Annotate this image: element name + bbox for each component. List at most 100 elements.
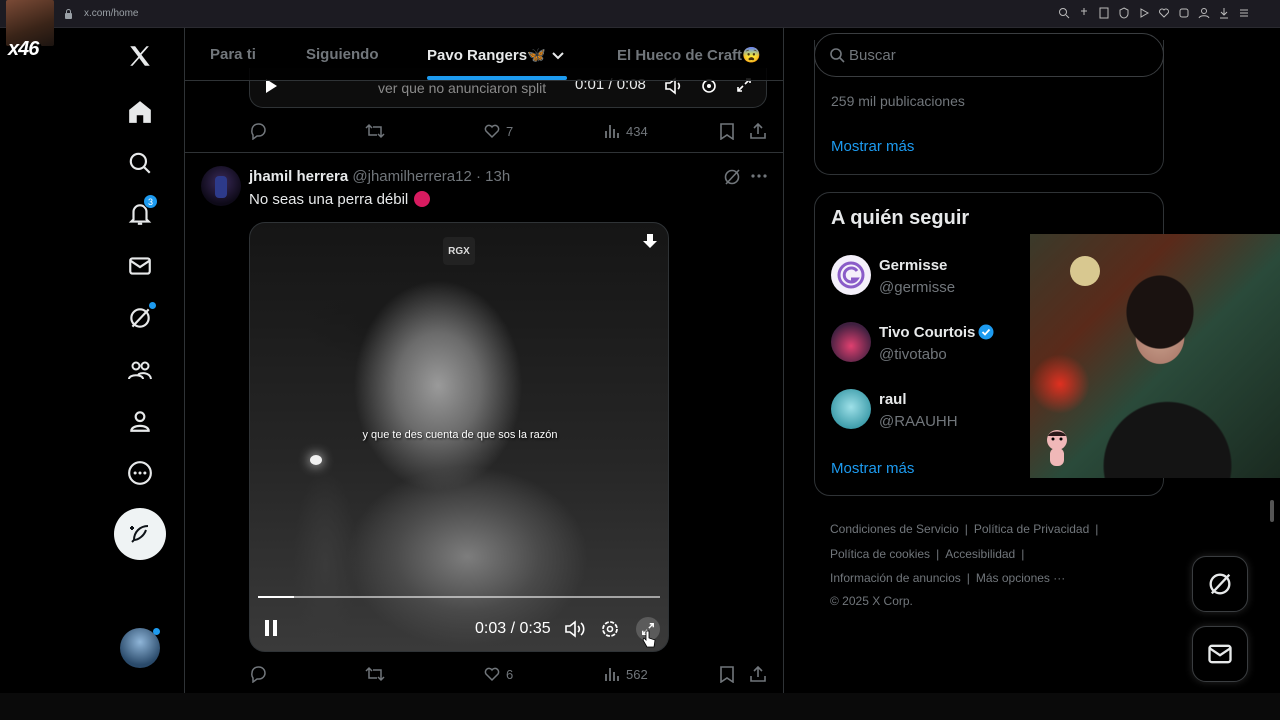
footer-link[interactable]: Condiciones de Servicio (830, 522, 959, 536)
like-count: 7 (506, 123, 514, 139)
footer-link[interactable]: Información de anuncios (830, 571, 961, 585)
tab-siguiendo[interactable]: Siguiendo (306, 46, 379, 63)
grok-explain-icon[interactable] (723, 168, 741, 186)
search-input[interactable]: Buscar (814, 33, 1164, 77)
x-logo-icon[interactable] (124, 40, 156, 72)
like-button[interactable]: 7 (483, 122, 513, 140)
pin-icon[interactable] (1078, 7, 1090, 19)
lock-icon (64, 8, 73, 19)
download-icon[interactable] (1218, 7, 1230, 19)
footer-link[interactable]: Política de Privacidad (974, 522, 1089, 536)
video-subtitle: y que te des cuenta de que sos la razón (362, 429, 558, 441)
tab-pavo-rangers[interactable]: Pavo Rangers🦋 (427, 46, 546, 64)
share-icon[interactable] (749, 665, 767, 683)
reply-icon[interactable] (249, 665, 267, 683)
search-placeholder: Buscar (849, 47, 896, 64)
share-icon[interactable] (749, 122, 767, 140)
bookmark-icon[interactable] (719, 122, 735, 140)
timeline: Para ti Siguiendo Pavo Rangers🦋 El Hueco… (184, 28, 784, 693)
tweet-text: No seas una perra débil (249, 191, 431, 208)
follow-show-more-link[interactable]: Mostrar más (831, 460, 914, 477)
views-button[interactable]: 434 (603, 122, 648, 140)
tab-el-hueco-de-craft[interactable]: El Hueco de Craft😨 (617, 46, 761, 64)
menu-icon[interactable] (1238, 7, 1250, 19)
trends-show-more-link[interactable]: Mostrar más (831, 138, 914, 155)
address-bar[interactable]: x.com/home (84, 8, 138, 19)
repost-icon[interactable] (365, 665, 385, 683)
reply-icon[interactable] (249, 122, 267, 140)
tweet-text-content: No seas una perra débil (249, 191, 409, 208)
view-count: 562 (626, 666, 648, 682)
verified-badge-icon (978, 324, 994, 340)
footer-link[interactable]: Política de cookies (830, 547, 930, 561)
repost-icon[interactable] (365, 122, 385, 140)
pause-icon[interactable] (264, 619, 278, 637)
video-watermark: RGX (443, 237, 475, 265)
user-handle: @tivotabo (879, 346, 947, 363)
views-button[interactable]: 562 (603, 665, 648, 683)
video-progress-bar[interactable] (258, 596, 660, 598)
communities-icon[interactable] (124, 354, 156, 386)
tweet-video-player[interactable]: RGX y que te des cuenta de que sos la ra… (249, 222, 669, 652)
heart-icon (484, 667, 500, 682)
notifications-icon[interactable]: 3 (124, 194, 158, 230)
user-avatar[interactable] (831, 255, 871, 295)
grok-dot (149, 302, 156, 309)
bookmark-icon[interactable] (1098, 7, 1110, 19)
explore-icon[interactable] (124, 147, 156, 179)
download-arrow-icon[interactable] (642, 233, 658, 249)
emoji-icon (414, 191, 431, 207)
page-scrollbar[interactable] (1270, 500, 1274, 522)
home-icon[interactable] (124, 96, 156, 128)
user-avatar[interactable] (831, 389, 871, 429)
footer-link[interactable]: Más opciones ··· (976, 571, 1065, 585)
video-time: 0:03 / 0:35 (475, 620, 551, 637)
play-icon[interactable] (1138, 7, 1150, 19)
messages-icon[interactable] (124, 250, 156, 282)
shield-icon[interactable] (1118, 7, 1130, 19)
chevron-down-icon[interactable] (551, 48, 565, 62)
grok-floating-button[interactable] (1192, 556, 1248, 612)
more-options-icon[interactable] (124, 457, 156, 489)
previous-tweet-actions: 7 434 (249, 122, 769, 142)
previous-video-caption: ver que no anunciaron split (378, 80, 547, 96)
zoom-icon[interactable] (1058, 7, 1070, 19)
extensions-icon[interactable] (1178, 7, 1190, 19)
user-name[interactable]: raul (879, 391, 907, 408)
mouse-cursor-icon (642, 630, 656, 648)
account-avatar[interactable] (120, 628, 160, 668)
video-progress-fill (258, 596, 295, 598)
feather-icon (130, 525, 149, 543)
tab-para-ti[interactable]: Para ti (210, 46, 256, 63)
user-name-row[interactable]: Tivo Courtois (879, 324, 994, 341)
bookmark-icon[interactable] (719, 665, 735, 683)
like-button[interactable]: 6 (483, 665, 513, 683)
grok-icon[interactable] (124, 302, 156, 334)
tweet-author-handle[interactable]: @jhamilherrera12 · 13h (352, 168, 510, 185)
mail-icon (1208, 644, 1232, 664)
tweet-header: jhamil herrera @jhamilherrera12 · 13h (249, 168, 510, 185)
view-count: 434 (626, 123, 648, 139)
post-button[interactable] (114, 508, 166, 560)
more-horizontal-icon[interactable] (751, 174, 767, 178)
like-count: 6 (506, 666, 514, 682)
who-to-follow-title: A quién seguir (831, 207, 970, 229)
footer-link[interactable]: Accesibilidad (945, 547, 1015, 561)
user-handle: @RAAUHH (879, 413, 958, 430)
volume-icon[interactable] (564, 619, 586, 639)
tweet-author-avatar[interactable] (201, 166, 241, 206)
search-icon (829, 47, 845, 63)
settings-icon[interactable] (600, 619, 620, 639)
footer-links: Condiciones de Servicio | Política de Priv… (830, 517, 1130, 609)
account-icon[interactable] (1198, 7, 1210, 19)
bottom-strip (0, 693, 1280, 720)
user-avatar[interactable] (831, 322, 871, 362)
user-name[interactable]: Germisse (879, 257, 947, 274)
copyright: © 2025 X Corp. (830, 593, 913, 608)
profile-icon[interactable] (124, 405, 156, 437)
browser-toolbar: x.com/home (0, 0, 1280, 28)
tweet-author-name[interactable]: jhamil herrera (249, 168, 348, 185)
messages-floating-button[interactable] (1192, 626, 1248, 682)
sidebar-nav: 3 (100, 28, 184, 693)
heart-icon[interactable] (1158, 7, 1170, 19)
